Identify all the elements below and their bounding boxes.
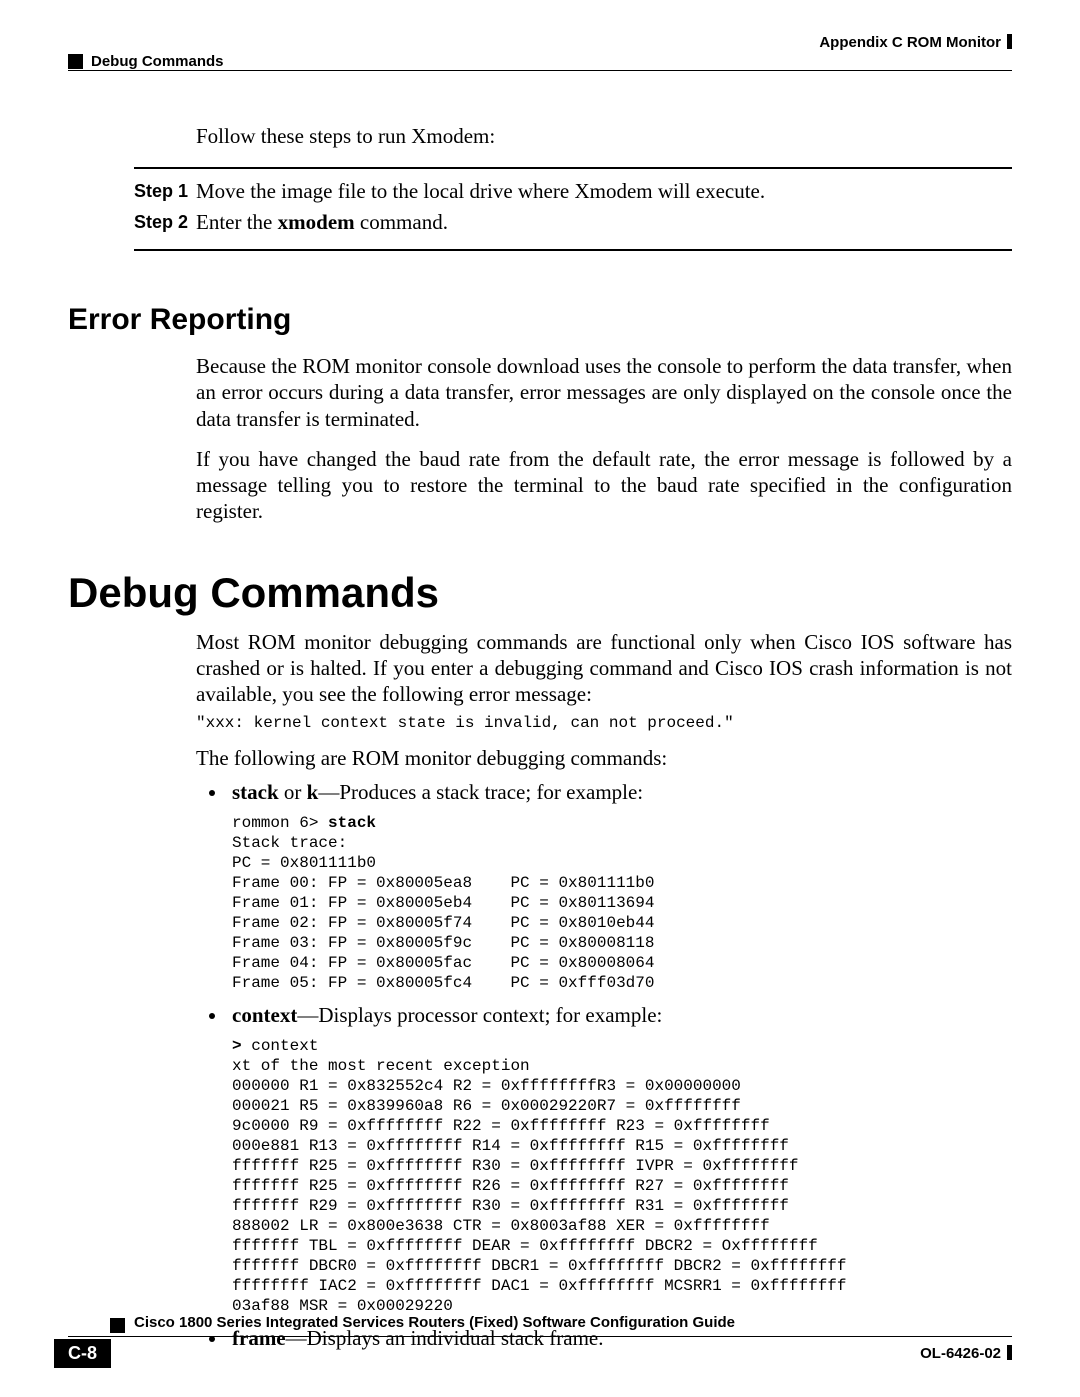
intro-text: Follow these steps to run Xmodem:: [196, 124, 1012, 149]
debug-bullet-list-2: context—Displays processor context; for …: [68, 1003, 1012, 1028]
error-reporting-p2: If you have changed the baud rate from t…: [196, 446, 1012, 525]
bullet-stack-rest: —Produces a stack trace; for example:: [318, 780, 643, 804]
footer-doc-id: OL-6426-02: [920, 1345, 1012, 1362]
step-1: Step 1 Move the image file to the local …: [134, 179, 1012, 204]
step-2-body: Enter the xmodem command.: [196, 210, 1012, 235]
bullet-stack-kw2: k: [307, 780, 319, 804]
bullet-context-rest: —Displays processor context; for example…: [297, 1003, 662, 1027]
step-1-label: Step 1: [134, 179, 196, 202]
context-code-block: > context xt of the most recent exceptio…: [232, 1036, 1012, 1316]
header-square-icon: [68, 54, 83, 69]
header-left-text: Debug Commands: [91, 53, 224, 70]
header-right-text: Appendix C ROM Monitor: [819, 34, 1001, 51]
footer-title: Cisco 1800 Series Integrated Services Ro…: [134, 1314, 735, 1331]
header-rule: [68, 70, 1012, 71]
footer-doc-text: OL-6426-02: [920, 1345, 1001, 1362]
page-number-badge: C-8: [54, 1339, 111, 1368]
bullet-context-kw: context: [232, 1003, 297, 1027]
debug-commands-heading: Debug Commands: [68, 569, 1012, 617]
step-2-label: Step 2: [134, 210, 196, 233]
debug-p1: Most ROM monitor debugging commands are …: [196, 629, 1012, 708]
footer-rule: [68, 1336, 1012, 1337]
bullet-stack: stack or k—Produces a stack trace; for e…: [228, 780, 1012, 805]
footer-marker-icon: [1007, 1345, 1012, 1360]
bullet-stack-kw1: stack: [232, 780, 279, 804]
step-rule-bottom: [134, 249, 1012, 251]
header-left: Debug Commands: [68, 53, 224, 70]
header-marker-icon: [1007, 34, 1012, 49]
error-reporting-heading: Error Reporting: [68, 303, 1012, 337]
bullet-context: context—Displays processor context; for …: [228, 1003, 1012, 1028]
debug-error-code: "xxx: kernel context state is invalid, c…: [196, 713, 1012, 733]
bullet-stack-mid: or: [279, 780, 307, 804]
debug-bullet-list: stack or k—Produces a stack trace; for e…: [68, 780, 1012, 805]
step-1-body: Move the image file to the local drive w…: [196, 179, 1012, 204]
page: Appendix C ROM Monitor Debug Commands Fo…: [0, 0, 1080, 1397]
header-right: Appendix C ROM Monitor: [819, 34, 1012, 51]
footer-square-icon: [110, 1318, 125, 1333]
step-2: Step 2 Enter the xmodem command.: [134, 210, 1012, 235]
step-2-suffix: command.: [355, 210, 448, 234]
stack-code-line0-prefix: rommon 6>: [232, 814, 328, 832]
step-2-cmd: xmodem: [278, 210, 355, 234]
error-reporting-p1: Because the ROM monitor console download…: [196, 353, 1012, 432]
step-2-prefix: Enter the: [196, 210, 278, 234]
stack-code-block: rommon 6> stack Stack trace: PC = 0x8011…: [232, 813, 1012, 993]
debug-p2: The following are ROM monitor debugging …: [196, 745, 1012, 771]
stack-code-bold: stack: [328, 814, 376, 832]
step-rule-top: [134, 167, 1012, 169]
